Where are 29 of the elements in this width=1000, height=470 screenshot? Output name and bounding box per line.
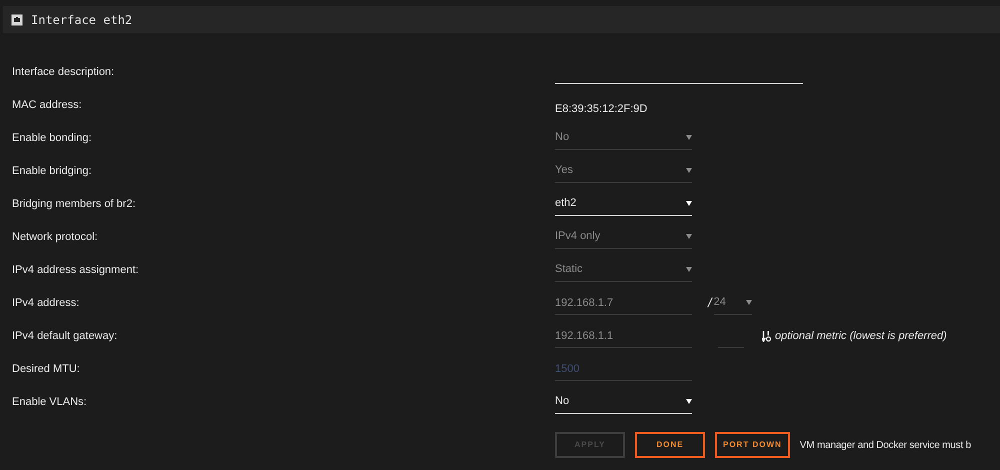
action-button[interactable]: PORT DOWN xyxy=(715,432,790,458)
field-label: MAC address: xyxy=(12,98,83,112)
field-label: IPv4 address assignment: xyxy=(12,262,140,278)
caret-icon xyxy=(746,300,752,305)
field-label: Enable VLANs: xyxy=(12,394,88,410)
caret-icon xyxy=(686,201,692,206)
network-port-icon xyxy=(11,14,23,26)
caret-icon xyxy=(686,234,692,239)
caret-icon xyxy=(686,135,692,140)
field-label: IPv4 address: xyxy=(12,296,80,310)
caret-icon xyxy=(686,168,692,173)
separator: / xyxy=(708,294,712,312)
dropdown[interactable]: eth2 xyxy=(555,192,692,216)
field-label: IPv4 default gateway: xyxy=(12,328,118,344)
field-label: Enable bonding: xyxy=(12,130,93,146)
field-label: Desired MTU: xyxy=(12,362,81,376)
dropdown[interactable]: No xyxy=(555,390,692,414)
field-label: Interface description: xyxy=(12,64,116,80)
sort-numeric-icon xyxy=(762,330,772,342)
caret-icon xyxy=(686,399,692,404)
field-label: Bridging members of br2: xyxy=(12,196,136,212)
notice-text: VM manager and Docker service must b xyxy=(800,438,971,452)
field-label: Network protocol: xyxy=(12,230,99,244)
mac-address: E8:39:35:12:2F:9D xyxy=(555,102,648,116)
panel-title: Interface eth2 xyxy=(31,12,132,28)
field-label: Enable bridging: xyxy=(12,164,93,178)
caret-icon xyxy=(686,267,692,272)
action-button[interactable]: DONE xyxy=(635,432,705,458)
metric-hint: optional metric (lowest is preferred) xyxy=(775,328,947,344)
